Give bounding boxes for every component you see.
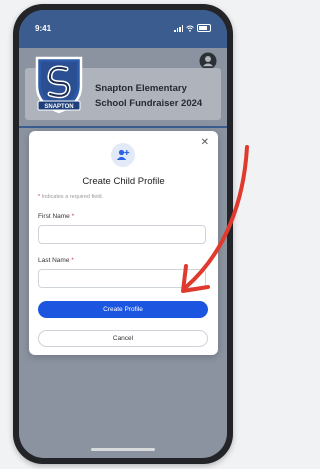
- annotation-arrow-icon: [181, 145, 249, 293]
